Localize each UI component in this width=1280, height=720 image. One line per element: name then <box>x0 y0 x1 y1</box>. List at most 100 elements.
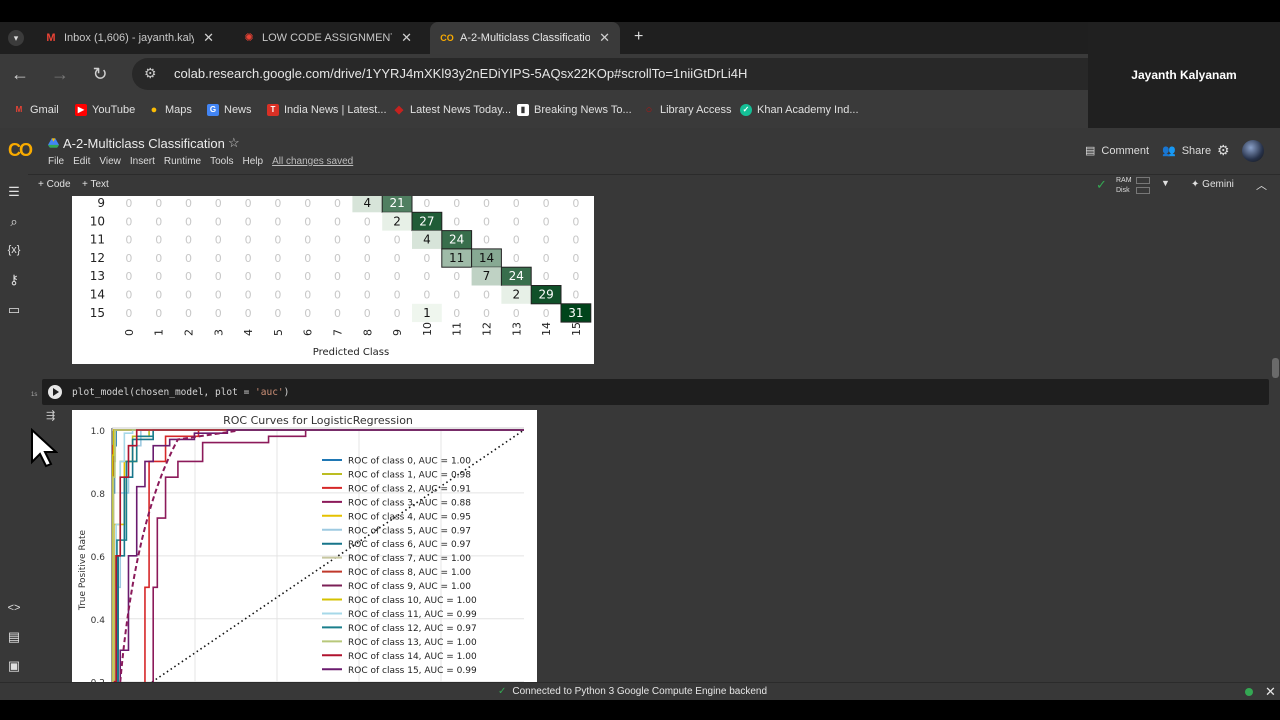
url-text: colab.research.google.com/drive/1YYRJ4mX… <box>174 66 748 81</box>
row-label: 13 <box>90 269 105 283</box>
back-arrow-icon[interactable]: ← <box>10 64 30 84</box>
bookmark-news[interactable]: G News <box>207 104 252 116</box>
news-icon: G <box>207 104 219 116</box>
drive-icon[interactable] <box>48 138 59 148</box>
matrix-cell-value: 0 <box>543 234 550 247</box>
colab-logo[interactable]: CO <box>8 140 33 161</box>
matrix-cell-value: 0 <box>185 252 192 265</box>
run-cell-button[interactable] <box>48 385 62 399</box>
menu-help[interactable]: Help <box>242 156 263 167</box>
code-snippets-icon[interactable]: <> <box>6 600 22 616</box>
chart-title: ROC Curves for LogisticRegression <box>223 414 413 427</box>
variables-icon[interactable]: {x} <box>6 242 22 258</box>
matrix-cell-value: 0 <box>334 215 341 228</box>
site-info-icon[interactable]: ⚙ <box>144 65 157 82</box>
new-tab-button[interactable]: + <box>634 28 643 46</box>
matrix-cell-value: 0 <box>155 289 162 302</box>
save-status[interactable]: All changes saved <box>272 156 353 167</box>
matrix-cell-value: 0 <box>304 289 311 302</box>
share-button[interactable]: 👥 Share <box>1162 144 1211 158</box>
menu-view[interactable]: View <box>99 156 121 167</box>
legend-entry: ROC of class 7, AUC = 1.00 <box>348 554 471 564</box>
resource-meter[interactable]: RAM Disk <box>1116 176 1150 196</box>
matrix-cell-value: 0 <box>572 215 579 228</box>
matrix-cell-value: 0 <box>215 234 222 247</box>
code-cell[interactable]: plot_model(chosen_model, plot = 'auc') <box>42 379 1269 405</box>
bookmark-breaking-news[interactable]: ▮ Breaking News To... <box>517 104 632 116</box>
bookmark-india-news[interactable]: T India News | Latest... <box>267 104 387 116</box>
close-tab-icon[interactable]: ✕ <box>401 30 412 46</box>
status-bar: ✓ Connected to Python 3 Google Compute En… <box>0 682 1280 700</box>
reload-icon[interactable]: ↻ <box>90 64 110 84</box>
matrix-cell-value: 4 <box>363 196 371 210</box>
notebook-title[interactable]: A-2-Multiclass Classification <box>63 136 225 151</box>
add-code-button[interactable]: + Code <box>38 179 71 190</box>
search-icon[interactable]: ⌕ <box>6 214 22 230</box>
matrix-cell-value: 0 <box>572 252 579 265</box>
column-label: 9 <box>391 329 404 336</box>
close-icon[interactable]: ✕ <box>1265 684 1276 700</box>
bookmark-library-access[interactable]: ○ Library Access <box>643 104 732 116</box>
matrix-cell-value: 0 <box>245 289 252 302</box>
menu-bar: File Edit View Insert Runtime Tools Help… <box>48 156 353 167</box>
menu-tools[interactable]: Tools <box>210 156 233 167</box>
add-text-button[interactable]: + Text <box>82 179 109 190</box>
scrollbar-thumb[interactable] <box>1272 358 1279 378</box>
bookmark-maps[interactable]: ● Maps <box>148 104 192 116</box>
matrix-cell-value: 0 <box>364 234 371 247</box>
avatar[interactable] <box>1242 140 1264 162</box>
matrix-cell-value: 0 <box>304 270 311 283</box>
mouse-cursor-icon <box>31 428 58 468</box>
menu-insert[interactable]: Insert <box>130 156 155 167</box>
address-bar[interactable]: ⚙ colab.research.google.com/drive/1YYRJ4… <box>132 58 1088 90</box>
matrix-cell-value: 0 <box>155 234 162 247</box>
legend-entry: ROC of class 2, AUC = 0.91 <box>348 484 471 494</box>
matrix-cell-value: 0 <box>215 252 222 265</box>
tab-gmail[interactable]: M Inbox (1,606) - jayanth.kalyanam ✕ <box>34 22 224 54</box>
matrix-cell-value: 0 <box>125 307 132 320</box>
matrix-cell-value: 0 <box>364 289 371 302</box>
matrix-cell-value: 0 <box>543 215 550 228</box>
people-icon: 👥 <box>1162 145 1176 157</box>
menu-file[interactable]: File <box>48 156 64 167</box>
bookmark-latest-news[interactable]: ◆ Latest News Today... <box>393 104 511 116</box>
matrix-cell-value: 0 <box>364 307 371 320</box>
collapse-chevron-icon[interactable]: ︿ <box>1256 177 1267 193</box>
close-tab-icon[interactable]: ✕ <box>599 30 610 46</box>
bookmark-khan-academy[interactable]: ✓ Khan Academy Ind... <box>740 104 859 116</box>
disk-meter <box>1136 187 1150 194</box>
star-icon[interactable]: ☆ <box>228 135 240 151</box>
legend-entry: ROC of class 15, AUC = 0.99 <box>348 666 477 676</box>
gear-icon[interactable]: ⚙ <box>1217 142 1230 159</box>
close-tab-icon[interactable]: ✕ <box>203 30 214 46</box>
bookmark-youtube[interactable]: ▶ YouTube <box>75 104 135 116</box>
tab-low-code[interactable]: ✺ LOW CODE ASSIGNMENTS PG ✕ <box>232 22 422 54</box>
matrix-cell-value: 0 <box>364 270 371 283</box>
command-palette-icon[interactable]: ▤ <box>6 629 22 645</box>
bookmark-gmail[interactable]: M Gmail <box>13 104 59 116</box>
toc-icon[interactable]: ☰ <box>6 184 22 200</box>
code-editor[interactable]: plot_model(chosen_model, plot = 'auc') <box>72 387 289 398</box>
matrix-cell-value: 0 <box>543 307 550 320</box>
legend-entry: ROC of class 1, AUC = 0.98 <box>348 470 471 480</box>
matrix-cell-value: 0 <box>453 270 460 283</box>
menu-edit[interactable]: Edit <box>73 156 90 167</box>
forward-arrow-icon[interactable]: → <box>50 64 70 84</box>
chevron-down-icon[interactable]: ▼ <box>1161 178 1170 188</box>
files-folder-icon[interactable]: ▭ <box>6 302 22 318</box>
terminal-icon[interactable]: ▣ <box>6 658 22 674</box>
matrix-cell-value: 1 <box>423 306 431 320</box>
gemini-button[interactable]: ✦ Gemini <box>1191 179 1234 190</box>
connection-status[interactable]: ✓ Connected to Python 3 Google Compute En… <box>498 686 767 697</box>
confusion-matrix-output: 9 0 0 0 0 0 0 0 0 4 21 0 0 0 0 0 0 10 0 0 0 0 0 0 0 0 0 2 27 0 0 0 0 0 11 0… <box>72 196 594 364</box>
legend-entry: ROC of class 8, AUC = 1.00 <box>348 568 471 578</box>
output-options-icon[interactable]: ⇶ <box>46 409 55 422</box>
tab-colab[interactable]: CO A-2-Multiclass Classification ✕ <box>430 22 620 54</box>
matrix-cell-value: 0 <box>185 197 192 210</box>
matrix-cell-value: 0 <box>513 197 520 210</box>
tab-search-button[interactable]: ▾ <box>8 30 24 46</box>
matrix-cell-value: 0 <box>513 215 520 228</box>
menu-runtime[interactable]: Runtime <box>164 156 201 167</box>
secrets-key-icon[interactable]: ⚷ <box>6 272 22 288</box>
comment-button[interactable]: ▤ Comment <box>1085 144 1149 158</box>
